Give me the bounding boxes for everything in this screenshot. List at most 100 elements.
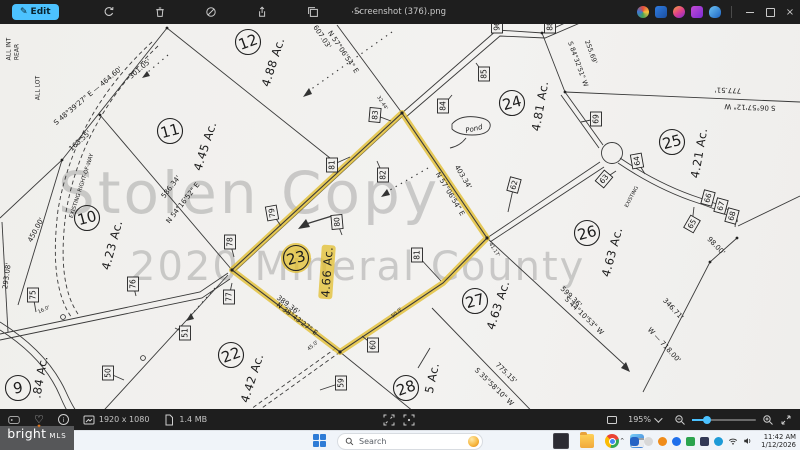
- volume-icon[interactable]: [743, 436, 753, 446]
- close-button[interactable]: ×: [780, 0, 800, 24]
- svg-text:5 Ac.: 5 Ac.: [422, 361, 442, 394]
- chrome-icon[interactable]: [605, 434, 619, 448]
- svg-text:4.66 Ac.: 4.66 Ac.: [318, 246, 336, 298]
- search-highlight-icon: [468, 436, 479, 447]
- plat-map: Stolen Copy 2020 Mineral County: [0, 24, 800, 409]
- svg-text:28: 28: [394, 376, 418, 399]
- purple-app-icon[interactable]: [691, 6, 703, 18]
- lot-9-label: 9.84 Ac.: [6, 355, 51, 401]
- svg-text:9: 9: [12, 378, 25, 397]
- system-tray: ⌃ 11:42 AM 1/12/2026: [619, 431, 796, 450]
- flame-gradient-app-icon[interactable]: [673, 6, 685, 18]
- edit-button[interactable]: ✎ Edit: [12, 4, 59, 20]
- edit-pencil-icon: ✎: [20, 7, 28, 17]
- search-icon: [345, 437, 354, 446]
- color-wheel-app-icon[interactable]: [637, 6, 649, 18]
- share-icon[interactable]: [256, 6, 269, 19]
- lot-corner-marker: 64: [630, 153, 645, 174]
- lot-corner-marker: 80: [331, 215, 343, 235]
- lot-corner-marker: 67: [714, 198, 728, 214]
- lot-corner-marker: 50: [103, 366, 125, 380]
- bearing-label: S 06°57'12" W: [724, 102, 776, 112]
- image-dimensions: 1920 x 1080: [99, 415, 150, 424]
- dimensions-icon: [83, 414, 95, 426]
- tray-app-icon-1[interactable]: [630, 437, 639, 446]
- tray-app-icon-7[interactable]: [714, 437, 723, 446]
- edit-button-label: Edit: [31, 7, 51, 17]
- svg-text:4.21 Ac.: 4.21 Ac.: [688, 127, 711, 180]
- lot-28-label: 285 Ac.: [394, 361, 443, 400]
- tray-app-icon-2[interactable]: [644, 437, 653, 446]
- more-ellipsis-icon[interactable]: ⋯: [350, 6, 363, 19]
- svg-text:82: 82: [379, 170, 388, 180]
- zoom-out-icon[interactable]: [674, 414, 686, 426]
- bearing-label: 45.0': [306, 340, 319, 353]
- svg-text:22: 22: [219, 343, 243, 366]
- svg-text:.84 Ac.: .84 Ac.: [29, 355, 50, 400]
- maximize-button[interactable]: [760, 0, 780, 24]
- bearing-label: S 44°10'53" W: [563, 295, 605, 336]
- fullscreen-icon[interactable]: [780, 414, 792, 426]
- minimize-button[interactable]: [740, 0, 760, 24]
- app-window-icon[interactable]: [553, 433, 569, 449]
- lot-corner-marker: 66: [701, 190, 715, 206]
- svg-text:4.63 Ac.: 4.63 Ac.: [599, 226, 626, 279]
- bearing-label: 255.69': [583, 39, 599, 65]
- bearing-label: 450.00': [26, 216, 46, 243]
- cloud-blue-app-icon[interactable]: [709, 6, 721, 18]
- delete-trash-icon[interactable]: [154, 6, 167, 19]
- tray-app-icon-3[interactable]: [658, 437, 667, 446]
- svg-text:96: 96: [493, 24, 502, 31]
- bearing-label: 777.51': [715, 86, 742, 95]
- zoom-percentage[interactable]: 195%: [628, 415, 651, 424]
- svg-text:81: 81: [413, 250, 422, 260]
- wifi-icon[interactable]: [728, 436, 738, 446]
- lot-corner-marker: 83: [369, 108, 391, 123]
- brand-suffix: MLS: [49, 432, 66, 440]
- actual-size-icon[interactable]: [403, 414, 415, 426]
- desktop: ✎ Edit ⋯ Screenshot (376).png: [0, 0, 800, 450]
- blue-app-icon[interactable]: [655, 6, 667, 18]
- svg-text:4.81 Ac.: 4.81 Ac.: [529, 80, 552, 133]
- pond-label: Pond: [465, 123, 484, 135]
- bearing-label: EXISTING: [624, 185, 640, 209]
- bearing-label: N 57°06'54" E: [326, 29, 360, 74]
- frame-icon[interactable]: [606, 414, 618, 426]
- lot-corner-marker: 84: [438, 95, 453, 113]
- info-icon[interactable]: i: [58, 414, 69, 425]
- svg-text:80: 80: [332, 217, 342, 228]
- lot-corner-marker: 59: [320, 376, 347, 390]
- bearing-label: 775.15': [494, 361, 519, 385]
- tray-app-icon-4[interactable]: [672, 437, 681, 446]
- clock-time: 11:42 AM: [761, 433, 796, 442]
- rotate-icon[interactable]: [103, 6, 116, 19]
- zoom-in-icon[interactable]: [762, 414, 774, 426]
- lot-corner-marker: 75: [28, 288, 39, 312]
- svg-text:24: 24: [500, 92, 523, 114]
- filmstrip-toggle-icon[interactable]: [8, 414, 20, 426]
- tray-chevron-icon[interactable]: ⌃: [619, 437, 625, 445]
- open-with-icon[interactable]: [307, 6, 320, 19]
- svg-text:85: 85: [480, 69, 489, 79]
- hide-slash-circle-icon[interactable]: [205, 6, 218, 19]
- clock-date: 1/12/2026: [761, 441, 796, 450]
- start-button[interactable]: [313, 434, 327, 448]
- zoom-dropdown-chevron-icon[interactable]: [654, 414, 662, 422]
- brand-spark-icon: ✦: [37, 423, 42, 430]
- search-label: Search: [359, 437, 386, 446]
- svg-text:77: 77: [225, 292, 234, 302]
- file-explorer-icon[interactable]: [580, 434, 594, 448]
- lot-24-label: 24 4.81 Ac.: [500, 80, 552, 133]
- taskbar-search[interactable]: Search: [337, 433, 483, 450]
- tray-app-icon-6[interactable]: [700, 437, 709, 446]
- zoom-fit-icon[interactable]: [383, 414, 395, 426]
- lot-corner-marker: 60: [362, 336, 379, 352]
- svg-text:64: 64: [632, 155, 643, 166]
- zoom-slider[interactable]: [692, 414, 756, 426]
- tray-app-icon-5[interactable]: [686, 437, 695, 446]
- taskbar-clock[interactable]: 11:42 AM 1/12/2026: [761, 433, 796, 450]
- svg-text:84: 84: [439, 101, 448, 111]
- bearing-label: 403.34': [453, 164, 474, 191]
- zoom-slider-thumb[interactable]: [703, 416, 711, 424]
- photo-canvas[interactable]: Stolen Copy 2020 Mineral County: [0, 24, 800, 409]
